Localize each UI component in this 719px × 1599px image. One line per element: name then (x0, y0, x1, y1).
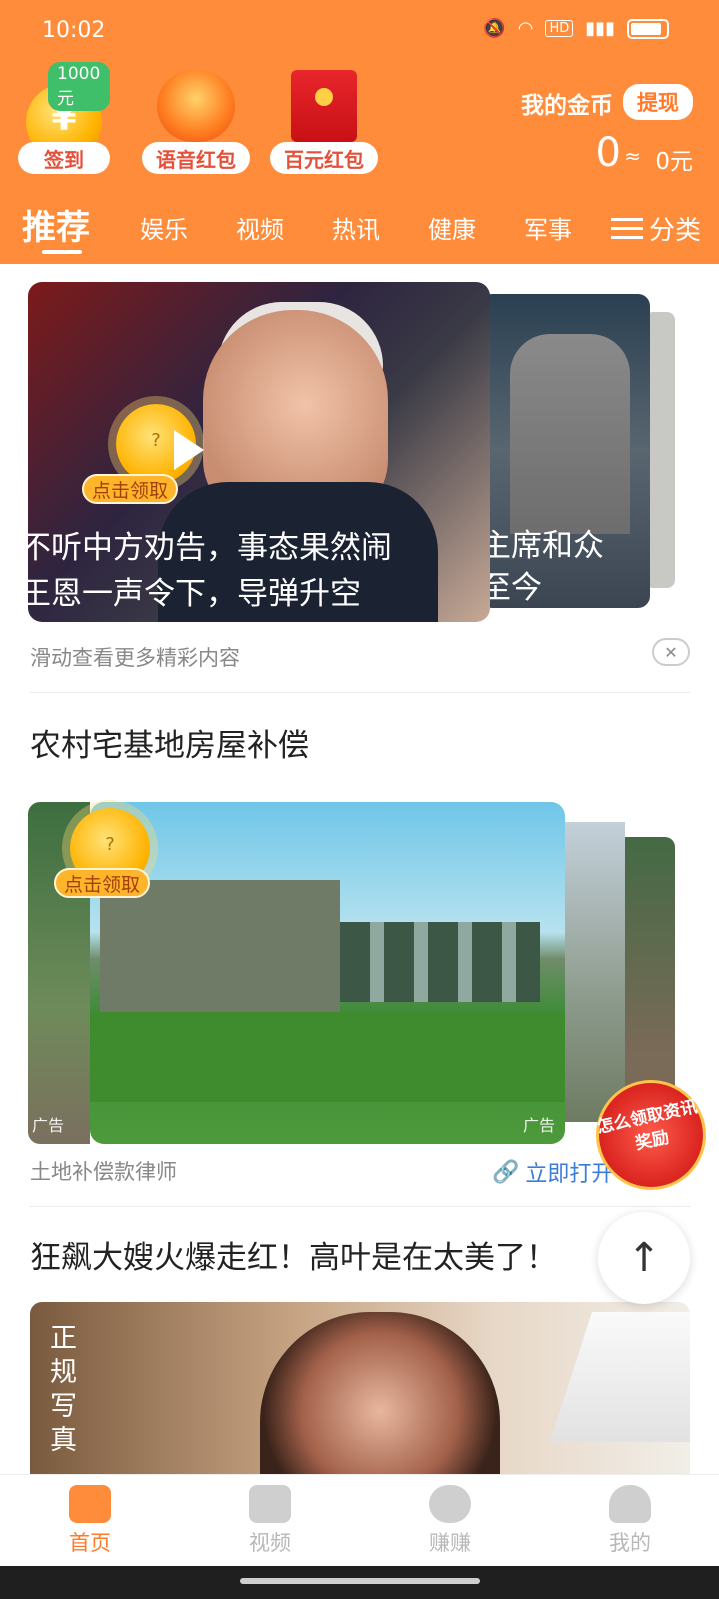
ad-tag: 广告 (522, 1116, 555, 1135)
image-field (90, 1012, 565, 1102)
category-tabs: 推荐 娱乐 视频 热讯 健康 军事 分类 (0, 192, 719, 262)
checkin-badge: 1000元 (48, 62, 110, 111)
arrow-up-icon: ↑ (627, 1235, 661, 1281)
ad-title[interactable]: 农村宅基地房屋补偿 (30, 720, 309, 765)
divider (30, 692, 690, 693)
checkin-reward[interactable]: ¥ 1000元 签到 (18, 62, 110, 180)
hundred-redpacket-label: 百元红包 (270, 142, 378, 174)
wifi-icon: ◠ (517, 18, 534, 39)
article-image[interactable]: 正规写真 (30, 1302, 690, 1477)
mascot-icon (429, 1485, 471, 1523)
claim-reward-label[interactable]: 点击领取 (82, 474, 179, 504)
status-icons: 🔕 ◠ HD ▮▮▮ (483, 18, 669, 39)
tab-hot-news[interactable]: 热讯 (332, 210, 380, 245)
image-house (100, 880, 340, 1020)
ad-card-right[interactable] (565, 822, 625, 1122)
carousel-card-main[interactable]: ? 点击领取 不听中方劝告，事态果然闹 王恩一声令下，导弹升空 (28, 282, 490, 622)
side-card-line1: 主席和众 (480, 528, 604, 564)
image-lamp (550, 1312, 690, 1442)
nav-earn-label: 赚赚 (429, 1531, 471, 1555)
coin-balance[interactable]: 我的金币 提现 0 ≈ 0元 (443, 82, 693, 182)
carousel-card-side[interactable]: 主席和众 至今 (480, 294, 650, 608)
battery-icon (627, 18, 669, 39)
tab-entertainment[interactable]: 娱乐 (140, 210, 188, 245)
coins-title: 我的金币 (521, 93, 613, 119)
status-time: 10:02 (42, 18, 106, 43)
category-menu-button[interactable]: 分类 (610, 210, 701, 247)
ad-meta-row: 土地补偿款律师 🔗 立即打开 ✕ (30, 1152, 690, 1188)
withdraw-button[interactable]: 提现 (623, 84, 693, 120)
nav-mine-label: 我的 (609, 1531, 651, 1555)
hd-icon: HD (545, 20, 574, 37)
nav-home[interactable]: 首页 (30, 1485, 150, 1557)
carousel-hint-row: 滑动查看更多精彩内容 ✕ (30, 638, 690, 674)
ad-carousel[interactable]: 广告 广告 ? 点击领取 (28, 802, 691, 1152)
bottom-nav: 首页 视频 赚赚 我的 (0, 1474, 719, 1566)
voice-redpacket-label: 语音红包 (142, 142, 250, 174)
home-icon (69, 1485, 111, 1523)
tab-video[interactable]: 视频 (236, 210, 284, 245)
nav-home-label: 首页 (69, 1531, 111, 1555)
red-envelope-icon (291, 70, 357, 142)
nav-mine[interactable]: 我的 (570, 1485, 690, 1557)
app-screen: 10:02 🔕 ◠ HD ▮▮▮ ¥ 1000元 签到 语音红包 百元红包 我的… (0, 0, 719, 1599)
news-feed[interactable]: 主席和众 至今 ? 点击领取 不听中方劝告，事态果然闹 王恩一声令下，导弹升空 … (0, 264, 719, 1477)
coin-yuan-value: 0元 (655, 149, 693, 175)
ad-tag-left: 广告 (32, 1116, 65, 1135)
article-title[interactable]: 狂飙大嫂火爆走红！高叶是在太美了！ (30, 1232, 557, 1277)
image-vertical-text: 正规写真 (50, 1323, 77, 1456)
tab-military[interactable]: 军事 (524, 210, 572, 245)
active-tab-indicator (42, 250, 82, 254)
hundred-redpacket-reward[interactable]: 百元红包 (270, 62, 378, 180)
header: 10:02 🔕 ◠ HD ▮▮▮ ¥ 1000元 签到 语音红包 百元红包 我的… (0, 0, 719, 264)
ad-card-main[interactable]: 广告 (90, 802, 565, 1144)
tv-icon (249, 1485, 291, 1523)
user-icon (609, 1485, 651, 1523)
image-portrait (260, 1312, 500, 1477)
ad-source: 土地补偿款律师 (30, 1160, 177, 1184)
nav-video-label: 视频 (249, 1531, 291, 1555)
nav-video[interactable]: 视频 (210, 1485, 330, 1557)
coin-amount: 0 (595, 130, 621, 176)
link-icon: 🔗 (492, 1159, 520, 1185)
checkin-label: 签到 (18, 142, 110, 174)
tab-health[interactable]: 健康 (428, 210, 476, 245)
status-bar: 10:02 🔕 ◠ HD ▮▮▮ (0, 0, 719, 62)
main-card-line1: 不听中方劝告，事态果然闹 (28, 530, 392, 566)
play-icon[interactable] (174, 430, 204, 470)
dismiss-icon[interactable]: ✕ (652, 638, 690, 666)
mute-icon: 🔕 (483, 18, 506, 39)
video-carousel[interactable]: 主席和众 至今 ? 点击领取 不听中方劝告，事态果然闹 王恩一声令下，导弹升空 (28, 282, 691, 627)
main-card-line2: 王恩一声令下，导弹升空 (28, 576, 361, 612)
home-indicator[interactable] (240, 1578, 480, 1584)
hamburger-icon (610, 217, 643, 240)
open-now-link[interactable]: 🔗 立即打开 (492, 1156, 613, 1188)
red-envelope-hat-icon (157, 70, 235, 142)
swipe-hint: 滑动查看更多精彩内容 (30, 646, 240, 670)
5g-signal-icon: ▮▮▮ (585, 18, 615, 39)
nav-earn[interactable]: 赚赚 (390, 1485, 510, 1557)
divider (30, 1206, 690, 1207)
tab-recommend[interactable]: 推荐 (22, 200, 90, 249)
back-to-top-button[interactable]: ↑ (598, 1212, 690, 1304)
voice-redpacket-reward[interactable]: 语音红包 (142, 62, 250, 180)
open-now-label: 立即打开 (525, 1162, 614, 1187)
reward-shortcuts: ¥ 1000元 签到 语音红包 百元红包 (14, 62, 394, 180)
system-nav-bar (0, 1566, 719, 1599)
claim-reward-label[interactable]: 点击领取 (54, 868, 151, 898)
image-towers (340, 922, 540, 1002)
category-label: 分类 (648, 216, 701, 246)
coin-approx-sign: ≈ (624, 144, 641, 168)
